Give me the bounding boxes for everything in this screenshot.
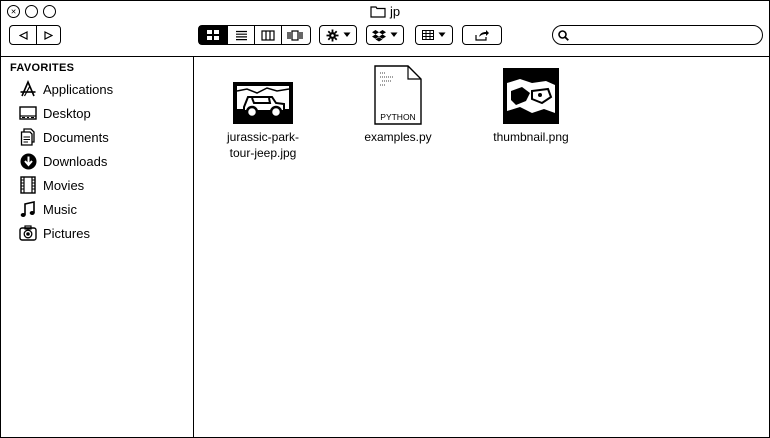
file-name-line: examples.py xyxy=(364,130,432,144)
column-view-button[interactable] xyxy=(254,26,281,44)
folder-icon xyxy=(370,6,386,18)
thumbnail-image-icon xyxy=(503,68,559,124)
list-view-icon xyxy=(235,30,247,40)
desktop-icon xyxy=(18,103,38,123)
title-bar: ✕ jp xyxy=(1,1,769,57)
sidebar: FAVORITES Applications Desktop Documents… xyxy=(1,57,194,437)
share-button[interactable] xyxy=(462,25,502,45)
forward-arrow-icon xyxy=(44,30,53,40)
file-item[interactable]: jurassic-park- tour-jeep.jpg xyxy=(208,65,318,161)
file-item[interactable]: thumbnail.png xyxy=(476,65,586,145)
documents-icon xyxy=(18,127,38,147)
back-forward-control xyxy=(9,25,61,45)
python-file-thumbnail: PYTHON xyxy=(343,65,453,125)
forward-button[interactable] xyxy=(36,26,60,44)
window-title: jp xyxy=(1,4,769,19)
back-button[interactable] xyxy=(10,26,36,44)
music-icon xyxy=(18,199,38,219)
column-view-icon xyxy=(261,29,275,41)
share-icon xyxy=(474,30,489,41)
chevron-down-icon xyxy=(390,32,398,37)
sidebar-section-title: FAVORITES xyxy=(10,62,75,74)
file-name: examples.py xyxy=(343,129,453,145)
icon-view-icon xyxy=(207,30,219,40)
sidebar-item-applications[interactable]: Applications xyxy=(18,78,188,100)
dropbox-menu-button[interactable] xyxy=(366,25,404,45)
finder-window: ✕ jp FAVORITES Applications Desktop Docu… xyxy=(0,0,770,438)
search-icon xyxy=(558,29,569,41)
python-badge: PYTHON xyxy=(380,112,415,122)
file-browser-area: jurassic-park- tour-jeep.jpg PYTHON exam… xyxy=(194,57,769,437)
applications-icon xyxy=(18,79,38,99)
file-name: jurassic-park- tour-jeep.jpg xyxy=(208,129,318,161)
search-input[interactable] xyxy=(572,28,756,42)
coverflow-view-icon xyxy=(287,29,303,41)
sidebar-item-label: Applications xyxy=(43,81,114,97)
sidebar-item-label: Documents xyxy=(43,129,109,145)
coverflow-view-button[interactable] xyxy=(281,26,308,44)
jeep-photo-icon xyxy=(233,82,293,124)
file-name-line: thumbnail.png xyxy=(493,130,569,144)
sidebar-item-music[interactable]: Music xyxy=(18,198,188,220)
list-view-button[interactable] xyxy=(227,26,254,44)
sidebar-item-documents[interactable]: Documents xyxy=(18,126,188,148)
python-document-icon: PYTHON xyxy=(374,65,422,125)
sidebar-item-label: Downloads xyxy=(43,153,108,169)
view-mode-control xyxy=(198,25,311,45)
sidebar-item-label: Music xyxy=(43,201,77,217)
icon-view-button[interactable] xyxy=(199,26,227,44)
file-name: thumbnail.png xyxy=(476,129,586,145)
sidebar-item-label: Pictures xyxy=(43,225,90,241)
file-item[interactable]: PYTHON examples.py xyxy=(343,65,453,145)
back-arrow-icon xyxy=(18,30,28,40)
sidebar-item-movies[interactable]: Movies xyxy=(18,174,188,196)
sidebar-item-downloads[interactable]: Downloads xyxy=(18,150,188,172)
downloads-icon xyxy=(18,151,38,171)
dropbox-icon xyxy=(372,29,386,41)
image-file-thumbnail xyxy=(208,65,318,125)
chevron-down-icon xyxy=(343,32,350,37)
sidebar-item-desktop[interactable]: Desktop xyxy=(18,102,188,124)
window-title-text: jp xyxy=(389,4,401,19)
movies-icon xyxy=(18,175,38,195)
image-file-thumbnail xyxy=(476,65,586,125)
sidebar-item-label: Movies xyxy=(43,177,85,193)
gear-icon xyxy=(326,29,338,41)
arrange-menu-button[interactable] xyxy=(415,25,453,45)
search-field[interactable] xyxy=(552,25,763,45)
pictures-icon xyxy=(18,223,38,243)
file-name-line: jurassic-park- xyxy=(226,130,299,144)
arrange-grid-icon xyxy=(422,30,434,40)
chevron-down-icon xyxy=(438,32,446,37)
file-name-line: tour-jeep.jpg xyxy=(229,146,297,160)
sidebar-item-label: Desktop xyxy=(43,105,91,121)
action-menu-button[interactable] xyxy=(319,25,357,45)
sidebar-item-pictures[interactable]: Pictures xyxy=(18,222,188,244)
